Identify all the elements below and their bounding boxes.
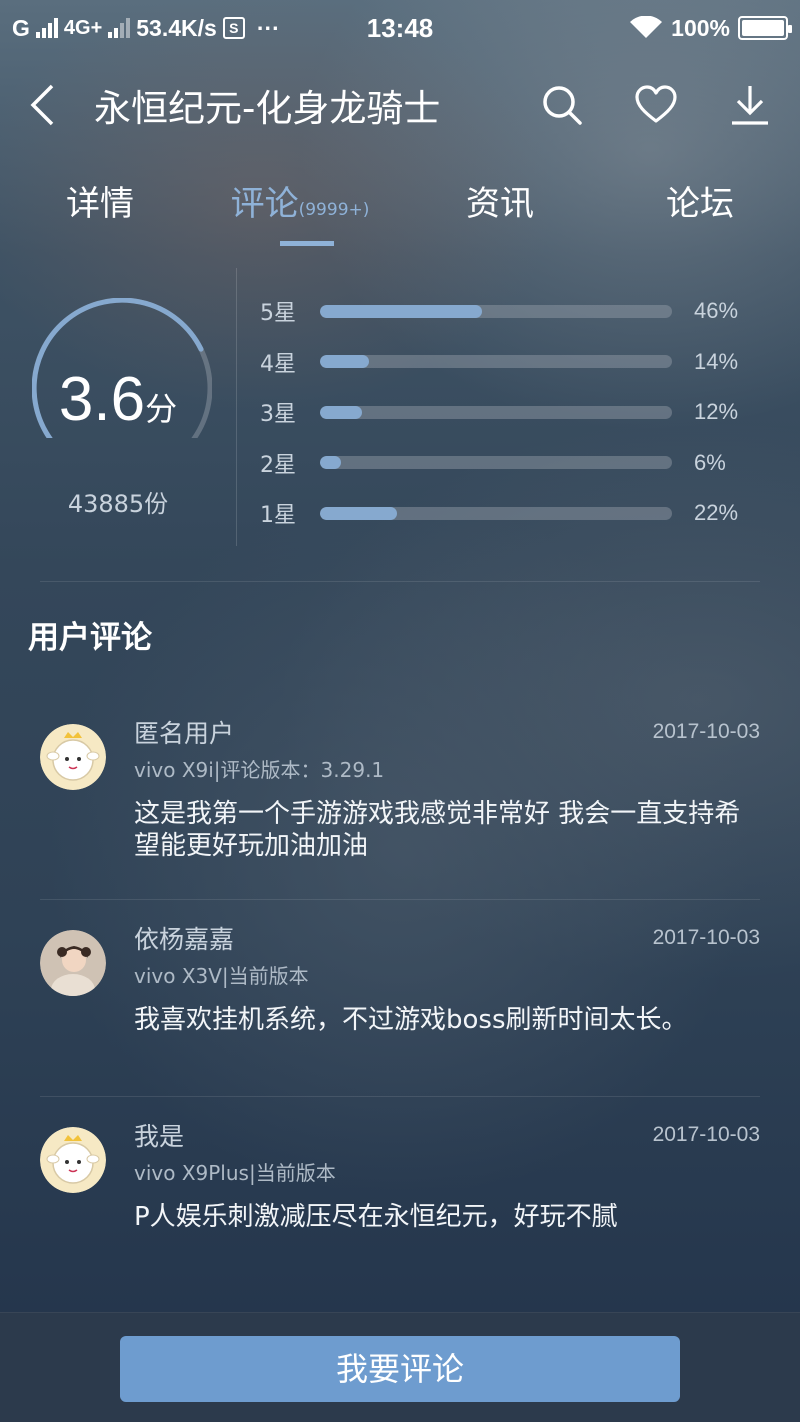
bottom-bar: 我要评论 [0, 1312, 800, 1422]
star-label: 5星 [260, 301, 296, 327]
rating-row-4: 4星 14% [260, 337, 800, 388]
comment-device: vivo X9i|评论版本：3.29.1 [134, 758, 385, 782]
page-title: 永恒纪元-化身龙骑士 [94, 87, 441, 130]
bar-fill [320, 456, 342, 470]
carrier-label: G [12, 14, 30, 41]
tab-details[interactable]: 详情 [0, 154, 200, 246]
tab-bar: 详情 评论(9999+) 资讯 论坛 [0, 154, 800, 246]
rating-distribution: 5星 46% 4星 14% 3星 12% 2星 6% 1星 22% [260, 286, 800, 539]
score-unit: 分 [145, 390, 178, 428]
download-button[interactable] [728, 83, 772, 127]
tab-label: 资讯 [466, 184, 534, 224]
s-badge-icon: S [222, 17, 245, 39]
bar-fill [320, 405, 363, 419]
comment-item[interactable]: 匿名用户 2017-10-03 vivo X9i|评论版本：3.29.1 这是我… [0, 694, 800, 899]
bar-percent: 12% [694, 399, 739, 425]
bar-percent: 14% [694, 348, 739, 374]
comment-username[interactable]: 依杨嘉嘉 [134, 920, 653, 956]
tab-forum[interactable]: 论坛 [600, 154, 800, 246]
comment-device: vivo X9Plus|当前版本 [134, 1161, 336, 1185]
bar-fill [320, 506, 398, 520]
battery-icon [738, 16, 792, 40]
comment-username[interactable]: 我是 [134, 1117, 653, 1153]
wifi-icon [630, 16, 663, 38]
bar-track [320, 506, 672, 520]
comment-item[interactable]: 我是 2017-10-03 vivo X9Plus|当前版本 P人娱乐刺激减压尽… [0, 1097, 800, 1293]
section-title: 用户评论 [28, 620, 152, 656]
score-display: 3.6分 [0, 364, 236, 435]
write-comment-button[interactable]: 我要评论 [120, 1336, 680, 1402]
sheep-avatar-icon [40, 724, 106, 790]
rating-row-3: 3星 12% [260, 387, 800, 438]
search-icon [543, 86, 582, 125]
star-label: 2星 [260, 452, 296, 478]
chevron-left-icon [30, 84, 54, 126]
bar-percent: 22% [694, 500, 739, 526]
avatar[interactable] [40, 930, 106, 996]
tab-news[interactable]: 资讯 [400, 154, 600, 246]
comment-text: P人娱乐刺激减压尽在永恒纪元，好玩不腻 [134, 1202, 618, 1232]
avatar[interactable] [40, 724, 106, 790]
tab-comments[interactable]: 评论(9999+) [200, 154, 400, 246]
tab-label: 论坛 [666, 184, 734, 224]
rating-row-1: 1星 22% [260, 488, 800, 539]
tab-label: 评论 [230, 184, 299, 224]
search-button[interactable] [540, 83, 584, 127]
comment-date: 2017-10-03 [652, 926, 760, 949]
bar-track [320, 304, 672, 318]
signal-icon [35, 18, 58, 38]
bar-fill [320, 304, 482, 318]
photo-avatar [40, 930, 106, 996]
favorite-button[interactable] [634, 83, 678, 127]
bar-fill [320, 355, 370, 369]
comment-item[interactable]: 依杨嘉嘉 2017-10-03 vivo X3V|当前版本 我喜欢挂机系统，不过… [0, 900, 800, 1096]
download-icon [732, 86, 768, 125]
star-label: 3星 [260, 402, 296, 428]
back-button[interactable] [28, 75, 78, 135]
more-dots-icon: ··· [256, 14, 280, 41]
rating-row-2: 2星 6% [260, 438, 800, 489]
divider [236, 268, 237, 546]
rating-summary: 3.6分 43885份 5星 46% 4星 14% 3星 12% 2星 6% 1… [0, 246, 800, 581]
bar-track [320, 456, 672, 470]
bar-track [320, 405, 672, 419]
battery-percent: 100% [671, 14, 730, 41]
rating-row-5: 5星 46% [260, 286, 800, 337]
comment-count: (9999+) [298, 200, 370, 220]
comment-date: 2017-10-03 [652, 720, 760, 743]
avatar[interactable] [40, 1127, 106, 1193]
bar-percent: 46% [694, 298, 739, 324]
comment-text: 我喜欢挂机系统，不过游戏boss刷新时间太长。 [134, 1005, 688, 1035]
star-label: 1星 [260, 503, 296, 529]
rating-count: 43885份 [67, 490, 169, 518]
status-bar: G 4G+ 53.4K/s S ··· 13:48 100% [0, 0, 800, 56]
sheep-avatar-icon [40, 1127, 106, 1193]
comment-device: vivo X3V|当前版本 [134, 964, 309, 988]
heart-icon [635, 85, 677, 123]
net-speed: 53.4K/s [136, 14, 217, 41]
bar-track [320, 355, 672, 369]
score-value: 3.6 [58, 365, 146, 434]
comment-date: 2017-10-03 [652, 1123, 760, 1146]
app-header: 永恒纪元-化身龙骑士 [0, 56, 800, 154]
tab-label: 详情 [66, 184, 134, 224]
bar-percent: 6% [694, 449, 726, 475]
star-label: 4星 [260, 351, 296, 377]
network-type: 4G+ [63, 16, 103, 39]
comment-username[interactable]: 匿名用户 [134, 714, 653, 750]
comment-text: 这是我第一个手游游戏我感觉非常好 我会一直支持希望能更好玩加油加油 [134, 799, 741, 861]
signal-icon [108, 18, 131, 38]
